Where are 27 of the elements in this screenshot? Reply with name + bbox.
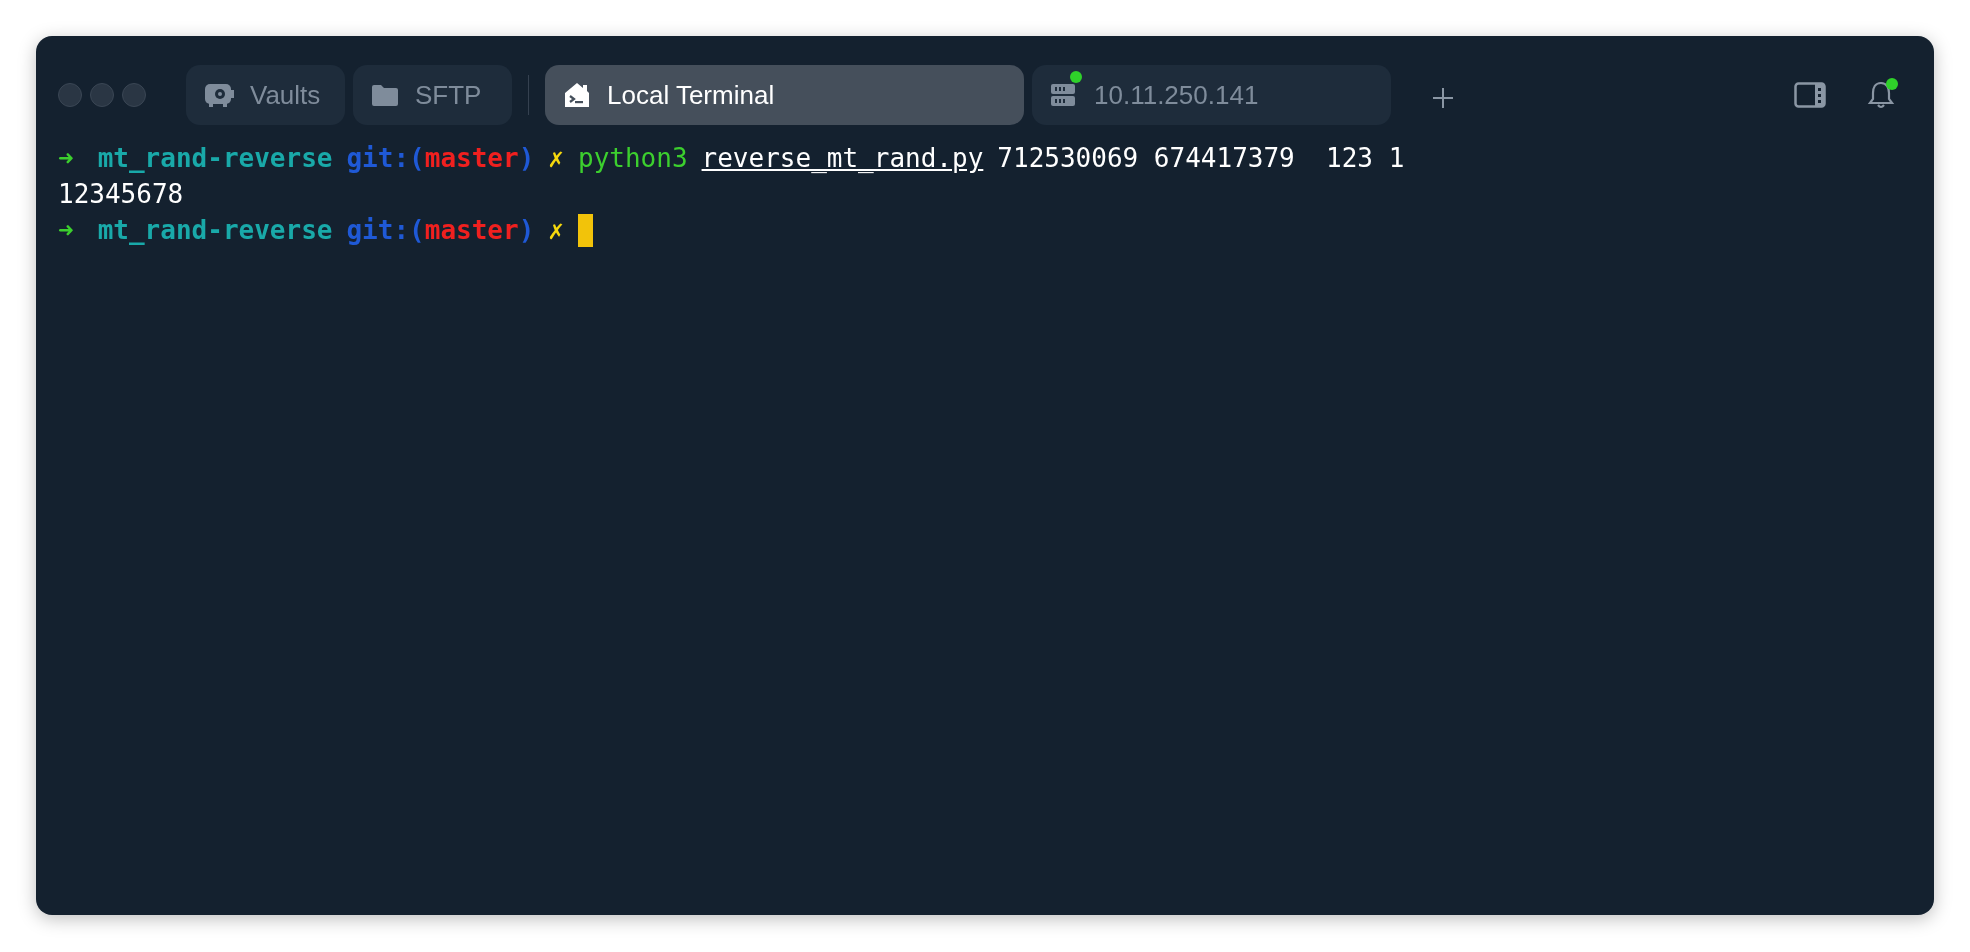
folder-icon <box>371 83 399 107</box>
git-label: git:( <box>346 142 425 175</box>
directory-name: mt_rand-reverse <box>97 142 333 175</box>
git-label: ) <box>518 142 535 175</box>
prompt-arrow: ➜ <box>58 214 74 247</box>
terminal-house-icon <box>563 81 591 109</box>
argument-text: 712530069 674417379 123 1 <box>997 142 1405 175</box>
plus-icon <box>1431 86 1455 110</box>
server-icon <box>1050 82 1078 108</box>
file-argument: reverse_mt_rand.py <box>701 142 984 175</box>
output-text: 12345678 <box>58 178 184 211</box>
safe-icon <box>204 82 234 108</box>
notifications-icon[interactable] <box>1866 80 1896 110</box>
tab[interactable]: SFTP <box>353 65 512 125</box>
git-label: ) <box>518 214 535 247</box>
command-text: python3 <box>578 142 688 175</box>
tab[interactable]: Local Terminal <box>545 65 1024 125</box>
branch-name: master <box>424 142 519 175</box>
directory-name: mt_rand-reverse <box>97 214 333 247</box>
prompt-arrow: ➜ <box>58 142 74 175</box>
dirty-mark: ✗ <box>548 142 564 175</box>
git-label: git:( <box>346 214 425 247</box>
tab[interactable]: 10.11.250.141 <box>1032 65 1391 125</box>
branch-name: master <box>424 214 519 247</box>
sidebar-toggle-icon[interactable] <box>1794 82 1826 108</box>
tab[interactable]: Vaults <box>186 65 345 125</box>
dirty-mark: ✗ <box>548 214 564 247</box>
